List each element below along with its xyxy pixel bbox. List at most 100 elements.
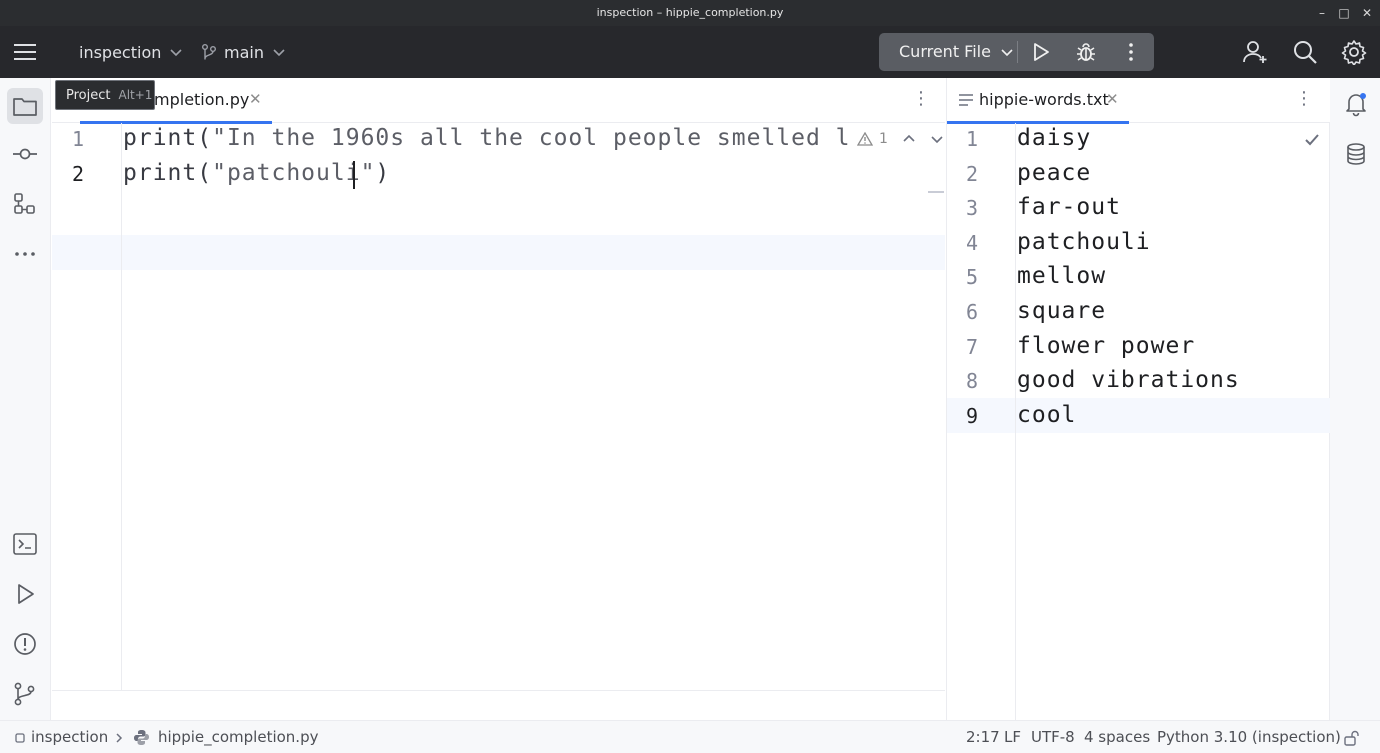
line-number: 7: [965, 334, 979, 359]
title-bar: inspection – hippie_completion.py – □ ✕: [0, 0, 1380, 26]
notifications-bell-icon[interactable]: [1343, 91, 1369, 117]
line-number: 5: [965, 265, 979, 290]
terminal-icon[interactable]: [12, 531, 38, 557]
code-line-1[interactable]: print("In the 1960s all the cool people …: [123, 125, 848, 151]
project-tooltip: Project Alt+1: [55, 80, 155, 110]
folder-icon[interactable]: [12, 93, 38, 119]
more-vertical-icon[interactable]: [1119, 40, 1143, 64]
main-toolbar: inspection main Current File: [0, 26, 1380, 78]
more-vertical-icon[interactable]: ⋮: [1295, 88, 1313, 109]
caret-position[interactable]: 2:17: [966, 728, 1000, 746]
close-tab-icon[interactable]: ✕: [249, 90, 262, 108]
window-title: inspection – hippie_completion.py: [596, 6, 784, 19]
run-widget: Current File: [879, 33, 1154, 71]
indent-setting[interactable]: 4 spaces: [1084, 728, 1150, 746]
hamburger-icon: [14, 44, 36, 60]
text-line[interactable]: patchouli: [1017, 229, 1151, 255]
run-tool-icon[interactable]: [12, 581, 38, 607]
inspection-widget[interactable]: 1: [857, 131, 944, 147]
run-config-selector[interactable]: Current File: [899, 33, 1014, 71]
debug-icon[interactable]: [1074, 40, 1098, 64]
structure-icon[interactable]: [12, 191, 38, 217]
line-ending[interactable]: LF: [1004, 728, 1021, 746]
editor-tab-bar: mpletion.py ✕ ⋮: [52, 78, 945, 124]
main-menu-button[interactable]: [13, 26, 37, 78]
problems-icon[interactable]: [12, 631, 38, 657]
minimize-button[interactable]: –: [1312, 3, 1332, 23]
file-encoding[interactable]: UTF-8: [1031, 728, 1075, 746]
git-icon[interactable]: [12, 681, 38, 707]
left-tool-strip: [0, 78, 51, 720]
line-number: 1: [71, 127, 85, 151]
chevron-down-icon: [170, 49, 182, 57]
active-tab-indicator: [80, 121, 272, 124]
warning-count: 1: [879, 131, 888, 147]
scroll-marker: [928, 191, 944, 193]
line-number: 4: [965, 230, 979, 255]
tab-label: hippie-words.txt: [979, 90, 1109, 109]
git-branch-icon: [202, 44, 216, 60]
chevron-down-icon[interactable]: [930, 134, 944, 144]
database-icon[interactable]: [1343, 141, 1369, 167]
branch-name: main: [224, 42, 264, 62]
line-number: 9: [965, 403, 979, 428]
project-selector[interactable]: inspection: [79, 26, 183, 78]
run-widget-separator: [1017, 41, 1018, 63]
gutter-separator: [1015, 123, 1016, 720]
chevron-down-icon: [1001, 49, 1013, 57]
chevron-right-icon: [116, 733, 123, 743]
status-bar: inspection hippie_completion.py 2:17 LF …: [0, 720, 1380, 753]
unlock-icon[interactable]: [1343, 730, 1359, 746]
text-line[interactable]: square: [1017, 298, 1106, 324]
breadcrumb-file[interactable]: hippie_completion.py: [158, 728, 318, 746]
tooltip-shortcut: Alt+1: [118, 88, 153, 102]
close-window-button[interactable]: ✕: [1357, 3, 1377, 23]
warning-icon: [857, 132, 873, 146]
text-line[interactable]: daisy: [1017, 125, 1091, 151]
add-user-icon[interactable]: [1242, 39, 1268, 65]
checkmark-icon: [1305, 134, 1319, 146]
branch-selector[interactable]: main: [201, 26, 286, 78]
code-line-2[interactable]: print("patchouli"): [123, 160, 390, 186]
editor-python: mpletion.py ✕ ⋮ 1 2 print("In the 1960s …: [52, 78, 945, 720]
line-number: 3: [965, 196, 979, 221]
text-line[interactable]: good vibrations: [1017, 367, 1240, 393]
more-horizontal-icon[interactable]: [12, 241, 38, 267]
text-line[interactable]: cool: [1017, 402, 1076, 428]
line-number: 2: [71, 162, 85, 186]
text-caret: [353, 161, 355, 189]
line-number: 6: [965, 300, 979, 324]
chevron-down-icon: [273, 49, 285, 57]
python-interpreter[interactable]: Python 3.10 (inspection): [1157, 728, 1341, 746]
run-icon[interactable]: [1028, 40, 1052, 64]
search-icon[interactable]: [1292, 39, 1318, 65]
gutter-separator: [121, 123, 122, 690]
commit-icon[interactable]: [12, 141, 38, 167]
line-number: 1: [965, 127, 979, 151]
run-config-label: Current File: [899, 42, 991, 61]
text-line[interactable]: flower power: [1017, 333, 1195, 359]
python-file-icon: [134, 730, 149, 745]
project-name: inspection: [79, 42, 162, 62]
tooltip-label: Project: [66, 87, 111, 103]
text-file-icon: [959, 94, 973, 106]
more-vertical-icon[interactable]: ⋮: [912, 88, 930, 109]
current-line-highlight: [52, 235, 945, 270]
editor-bottom-border: [52, 690, 945, 691]
line-number: 8: [965, 369, 979, 394]
editor-text-file: hippie-words.txt ✕ ⋮ 1 daisy 2 peace 3 far-ou…: [946, 78, 1330, 720]
active-tab-indicator: [947, 121, 1129, 124]
tab-label: mpletion.py: [154, 90, 250, 109]
line-number: 2: [965, 161, 979, 186]
close-tab-icon[interactable]: ✕: [1106, 90, 1119, 108]
text-line[interactable]: far-out: [1017, 194, 1121, 220]
chevron-up-icon[interactable]: [902, 134, 916, 144]
maximize-button[interactable]: □: [1334, 3, 1354, 23]
tab-hippie-words-txt[interactable]: hippie-words.txt ✕: [947, 78, 1129, 124]
text-line[interactable]: mellow: [1017, 263, 1106, 289]
settings-gear-icon[interactable]: [1341, 39, 1367, 65]
breadcrumb-project[interactable]: inspection: [31, 728, 108, 746]
editor-tab-bar: hippie-words.txt ✕ ⋮: [947, 78, 1330, 124]
text-line[interactable]: peace: [1017, 160, 1091, 186]
module-icon: [15, 733, 25, 743]
